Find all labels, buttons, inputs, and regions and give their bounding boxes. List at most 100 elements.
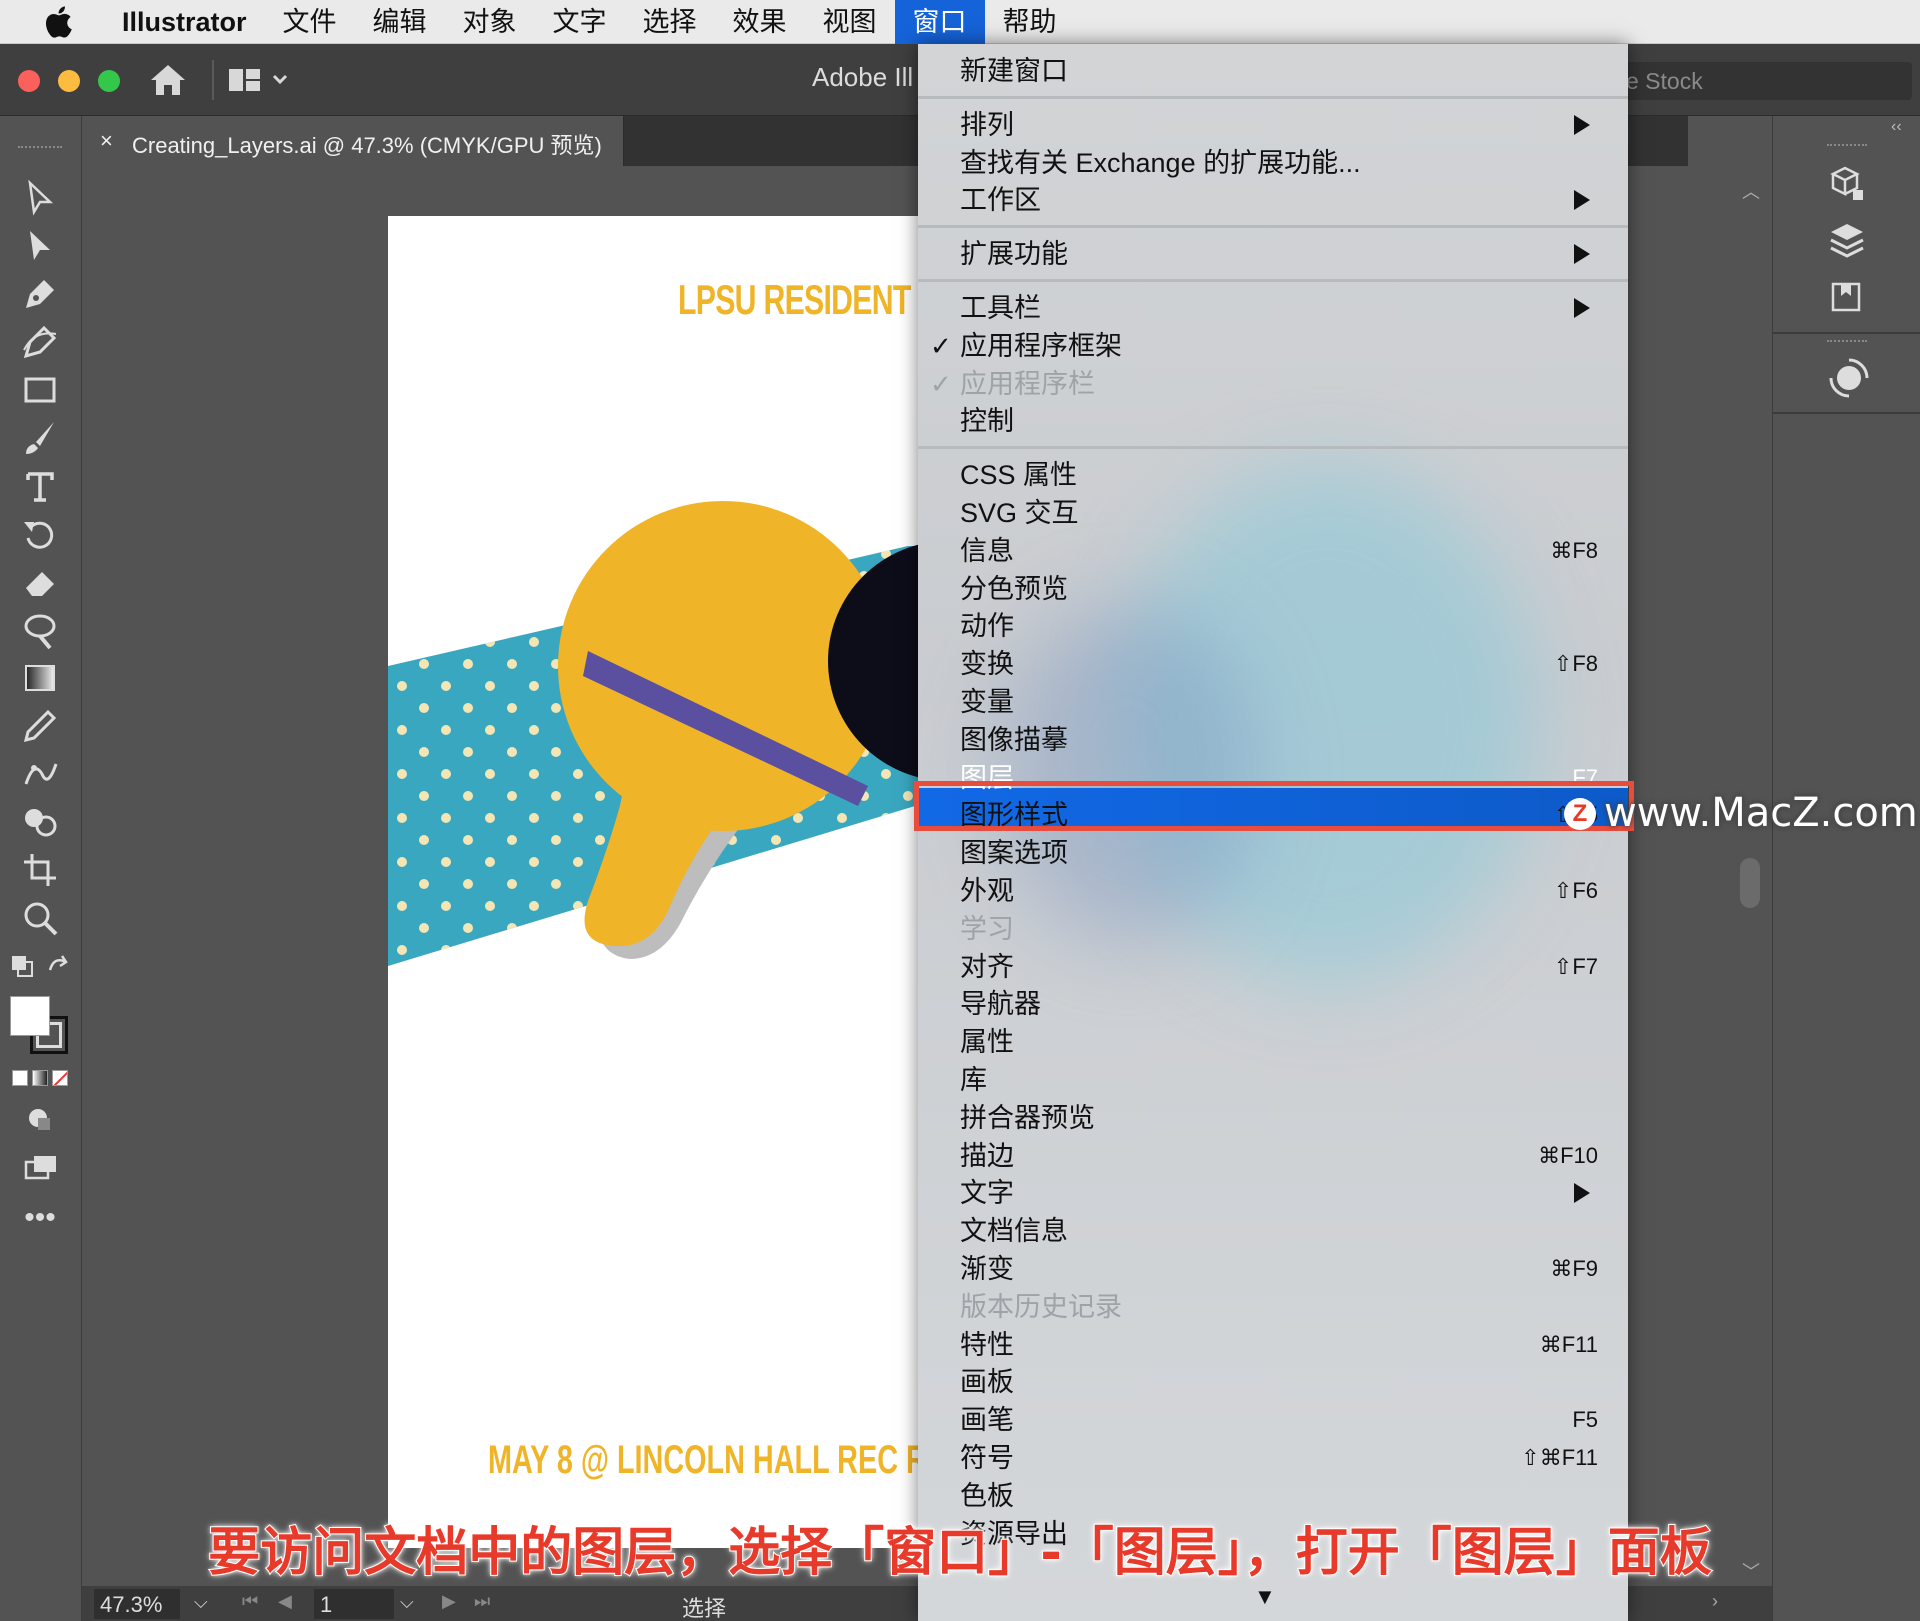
- 3d-materials-panel-icon[interactable]: [1827, 164, 1867, 204]
- direct-selection-tool-icon[interactable]: [20, 226, 60, 266]
- menu-item-28[interactable]: 属性: [918, 1023, 1628, 1061]
- menu-app-name[interactable]: Illustrator: [104, 0, 265, 44]
- collapse-dock-icon[interactable]: ‹‹: [1891, 118, 1902, 136]
- previous-artboard-icon[interactable]: ◀: [278, 1591, 292, 1612]
- menu-item-label: 拼合器预览: [960, 1102, 1095, 1133]
- menu-item-37[interactable]: 画板: [918, 1363, 1628, 1401]
- menu-help[interactable]: 帮助: [985, 0, 1075, 44]
- rectangle-tool-icon[interactable]: [20, 370, 60, 410]
- menu-item-13[interactable]: CSS 属性: [918, 456, 1628, 494]
- menu-window[interactable]: 窗口: [894, 0, 985, 44]
- artboard-number-field[interactable]: 1: [314, 1589, 394, 1619]
- menu-item-32[interactable]: 文字: [918, 1174, 1628, 1212]
- menu-item-33[interactable]: 文档信息: [918, 1212, 1628, 1250]
- menu-item-27[interactable]: 导航器: [918, 985, 1628, 1023]
- home-icon[interactable]: [148, 62, 188, 98]
- paintbrush-tool-icon[interactable]: [20, 418, 60, 458]
- menu-item-19[interactable]: 变量: [918, 683, 1628, 721]
- menu-select[interactable]: 选择: [625, 0, 715, 44]
- eraser-tool-icon[interactable]: [20, 562, 60, 602]
- minimize-window-button[interactable]: [58, 70, 80, 92]
- menu-item-4[interactable]: 工作区: [918, 181, 1628, 219]
- zoom-tool-icon[interactable]: [20, 898, 60, 938]
- menu-item-26[interactable]: 对齐 ⇧F7: [918, 948, 1628, 986]
- puppet-warp-tool-icon[interactable]: [20, 754, 60, 794]
- menu-item-6[interactable]: 扩展功能: [918, 235, 1628, 273]
- gradient-tool-icon[interactable]: [20, 658, 60, 698]
- menu-item-18[interactable]: 变换 ⇧F8: [918, 645, 1628, 683]
- menu-item-20[interactable]: 图像描摹: [918, 721, 1628, 759]
- menu-item-14[interactable]: SVG 交互: [918, 494, 1628, 532]
- menu-item-9[interactable]: ✓ 应用程序框架: [918, 327, 1628, 365]
- next-artboard-icon[interactable]: ▶: [442, 1591, 456, 1612]
- menu-item-24[interactable]: 外观 ⇧F6: [918, 872, 1628, 910]
- selection-tool-icon[interactable]: [20, 178, 60, 218]
- menu-item-15[interactable]: 信息 ⌘F8: [918, 532, 1628, 570]
- sync-panel-icon[interactable]: [1827, 356, 1871, 400]
- curvature-tool-icon[interactable]: [20, 322, 60, 362]
- menu-item-3[interactable]: 查找有关 Exchange 的扩展功能...: [918, 144, 1628, 182]
- status-scroll-right-icon[interactable]: ›: [1712, 1591, 1718, 1612]
- screen-mode-icon[interactable]: [20, 1148, 60, 1188]
- lasso-tool-icon[interactable]: [20, 610, 60, 650]
- menu-scroll-down-icon[interactable]: ▼: [1254, 1584, 1276, 1610]
- menu-item-31[interactable]: 描边 ⌘F10: [918, 1137, 1628, 1175]
- artboard-tool-icon[interactable]: [20, 850, 60, 890]
- menu-item-38[interactable]: 画笔 F5: [918, 1401, 1628, 1439]
- vertical-scrollbar[interactable]: ︿ ﹀: [1740, 178, 1760, 1582]
- zoom-level-field[interactable]: 47.3%: [94, 1589, 180, 1619]
- edit-toolbar-icon[interactable]: •••: [20, 1203, 60, 1248]
- artboard[interactable]: LPSU RESIDENT ADV MAY 8 @ LINCOLN HALL R…: [388, 216, 948, 1548]
- arrange-documents-icon[interactable]: [228, 66, 292, 94]
- menu-item-11[interactable]: 控制: [918, 402, 1628, 440]
- last-artboard-icon[interactable]: ⏭: [474, 1591, 490, 1612]
- menu-item-34[interactable]: 渐变 ⌘F9: [918, 1250, 1628, 1288]
- zoom-window-button[interactable]: [98, 70, 120, 92]
- menu-view[interactable]: 视图: [805, 0, 895, 44]
- document-tab[interactable]: × Creating_Layers.ai @ 47.3% (CMYK/GPU 预…: [88, 116, 624, 166]
- watermark-text: www.MacZ.com: [1604, 790, 1918, 836]
- zoom-dropdown-icon[interactable]: ⌵: [194, 1592, 208, 1613]
- menu-item-16[interactable]: 分色预览: [918, 570, 1628, 608]
- document-tab-title: Creating_Layers.ai @ 47.3% (CMYK/GPU 预览): [132, 133, 602, 158]
- submenu-arrow-icon: [1574, 114, 1590, 135]
- menu-item-36[interactable]: 特性 ⌘F11: [918, 1326, 1628, 1364]
- default-fill-stroke-icon[interactable]: [10, 948, 70, 988]
- pen-tool-icon[interactable]: [20, 274, 60, 314]
- stock-search-input[interactable]: e Stock: [1620, 62, 1912, 100]
- menu-item-29[interactable]: 库: [918, 1061, 1628, 1099]
- menu-item-30[interactable]: 拼合器预览: [918, 1099, 1628, 1137]
- scroll-thumb[interactable]: [1740, 858, 1760, 908]
- ping-pong-paddle-artwork: [388, 501, 948, 966]
- menu-item-25: 学习: [918, 910, 1628, 948]
- first-artboard-icon[interactable]: ⏮: [242, 1591, 258, 1612]
- menu-item-39[interactable]: 符号 ⇧⌘F11: [918, 1439, 1628, 1477]
- menu-item-17[interactable]: 动作: [918, 607, 1628, 645]
- menu-item-2[interactable]: 排列: [918, 106, 1628, 144]
- scroll-up-icon[interactable]: ︿: [1742, 178, 1760, 204]
- menu-file[interactable]: 文件: [265, 0, 355, 44]
- menu-object[interactable]: 对象: [445, 0, 535, 44]
- menu-separator: [918, 446, 1628, 450]
- menu-item-23[interactable]: 图案选项: [918, 834, 1628, 872]
- type-tool-icon[interactable]: [20, 466, 60, 506]
- menu-item-label: 渐变: [960, 1254, 1014, 1284]
- menu-item-label: 控制: [960, 406, 1014, 437]
- artboard-dropdown-icon[interactable]: ⌵: [400, 1592, 414, 1613]
- close-tab-icon[interactable]: ×: [100, 128, 113, 154]
- menu-item-8[interactable]: 工具栏: [918, 289, 1628, 327]
- menu-effect[interactable]: 效果: [715, 0, 805, 44]
- menu-item-0[interactable]: 新建窗口: [918, 52, 1628, 90]
- rotate-tool-icon[interactable]: [20, 514, 60, 554]
- draw-mode-icon[interactable]: [20, 1100, 60, 1140]
- apple-logo-icon[interactable]: [42, 5, 74, 39]
- menu-type[interactable]: 文字: [535, 0, 625, 44]
- close-window-button[interactable]: [18, 70, 40, 92]
- libraries-panel-icon[interactable]: [1827, 276, 1867, 316]
- color-mode-buttons[interactable]: [12, 1070, 68, 1088]
- menu-edit[interactable]: 编辑: [355, 0, 445, 44]
- shape-builder-tool-icon[interactable]: [20, 802, 60, 842]
- layers-panel-icon[interactable]: [1827, 220, 1867, 260]
- eyedropper-tool-icon[interactable]: [20, 706, 60, 746]
- fill-stroke-swatch[interactable]: [10, 996, 70, 1056]
